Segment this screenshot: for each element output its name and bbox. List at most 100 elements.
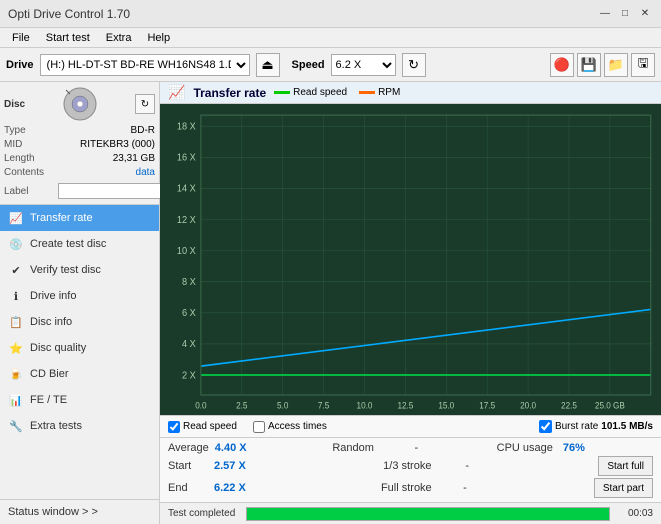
progress-bar-fill	[247, 508, 609, 520]
legend-rpm-color	[359, 91, 375, 94]
status-window-button[interactable]: Status window > >	[0, 499, 159, 524]
chart-area: 18 X 16 X 14 X 12 X 10 X 8 X 6 X 4 X 2 X…	[160, 104, 661, 415]
chart-svg: 18 X 16 X 14 X 12 X 10 X 8 X 6 X 4 X 2 X…	[160, 104, 661, 415]
svg-text:8 X: 8 X	[182, 277, 196, 288]
menu-file[interactable]: File	[4, 28, 38, 48]
disc-contents-value: data	[136, 166, 155, 180]
nav-extra-tests[interactable]: 🔧 Extra tests	[0, 413, 159, 439]
nav-verify-test-disc[interactable]: ✔ Verify test disc	[0, 257, 159, 283]
svg-text:0.0: 0.0	[195, 400, 207, 410]
svg-text:5.0: 5.0	[277, 400, 289, 410]
disc-contents-row: Contents data	[4, 166, 155, 180]
end-section: End 6.22 X	[168, 482, 373, 494]
menu-start-test[interactable]: Start test	[38, 28, 98, 48]
toolbar-icon-2[interactable]: 💾	[577, 53, 601, 77]
nav-cd-bier[interactable]: 🍺 CD Bier	[0, 361, 159, 387]
read-speed-checkbox[interactable]	[168, 421, 180, 433]
svg-text:4 X: 4 X	[182, 339, 196, 350]
legend-rpm-label: RPM	[378, 87, 400, 98]
nav-create-test-disc[interactable]: 💿 Create test disc	[0, 231, 159, 257]
disc-contents-label: Contents	[4, 166, 54, 180]
toolbar-icon-4[interactable]: 🖫	[631, 53, 655, 77]
create-test-disc-icon: 💿	[8, 236, 24, 252]
nav-transfer-rate-label: Transfer rate	[30, 212, 93, 224]
svg-text:12.5: 12.5	[397, 400, 413, 410]
close-button[interactable]: ✕	[637, 6, 653, 22]
nav-cd-bier-label: CD Bier	[30, 368, 69, 380]
svg-text:20.0: 20.0	[520, 400, 536, 410]
disc-length-label: Length	[4, 152, 54, 166]
access-times-checkbox-label: Access times	[268, 421, 327, 432]
nav-fe-te[interactable]: 📊 FE / TE	[0, 387, 159, 413]
nav-verify-test-disc-label: Verify test disc	[30, 264, 101, 276]
legend-read-label: Read speed	[293, 87, 347, 98]
minimize-button[interactable]: —	[597, 6, 613, 22]
svg-text:7.5: 7.5	[318, 400, 330, 410]
chart-legend: Read speed RPM	[274, 87, 400, 98]
cpu-value: 76%	[563, 442, 585, 454]
menu-extra[interactable]: Extra	[98, 28, 140, 48]
nav-disc-info[interactable]: 📋 Disc info	[0, 309, 159, 335]
disc-info-icon: 📋	[8, 314, 24, 330]
nav-transfer-rate[interactable]: 📈 Transfer rate	[0, 205, 159, 231]
drive-select[interactable]: (H:) HL-DT-ST BD-RE WH16NS48 1.D3	[40, 54, 250, 76]
eject-button[interactable]: ⏏	[256, 53, 280, 77]
progress-area: Test completed 00:03	[160, 502, 661, 524]
svg-text:17.5: 17.5	[479, 400, 495, 410]
app-title: Opti Drive Control 1.70	[8, 7, 130, 21]
svg-text:2 X: 2 X	[182, 370, 196, 381]
disc-icon	[62, 86, 98, 122]
cd-bier-icon: 🍺	[8, 366, 24, 382]
stroke-1-3-value: -	[459, 460, 475, 472]
start-value: 2.57 X	[214, 460, 254, 472]
nav-extra-tests-label: Extra tests	[30, 420, 82, 432]
nav-disc-quality[interactable]: ⭐ Disc quality	[0, 335, 159, 361]
burst-rate-checkbox[interactable]	[539, 420, 552, 433]
stroke-1-3-section: 1/3 stroke -	[383, 460, 590, 472]
start-part-button[interactable]: Start part	[594, 478, 653, 498]
nav-drive-info[interactable]: ℹ Drive info	[0, 283, 159, 309]
right-content: 📈 Transfer rate Read speed RPM	[160, 82, 661, 524]
speed-select[interactable]: 6.2 X Max 4 X 2 X	[331, 54, 396, 76]
disc-mid-row: MID RITEKBR3 (000)	[4, 138, 155, 152]
chart-icon: 📈	[168, 84, 185, 101]
access-times-checkbox[interactable]	[253, 421, 265, 433]
drive-info-icon: ℹ	[8, 288, 24, 304]
nav-items: 📈 Transfer rate 💿 Create test disc ✔ Ver…	[0, 205, 159, 499]
average-label: Average	[168, 442, 209, 454]
start-section: Start 2.57 X	[168, 460, 375, 472]
read-speed-checkbox-label: Read speed	[183, 421, 237, 432]
svg-text:6 X: 6 X	[182, 308, 196, 319]
disc-type-label: Type	[4, 124, 54, 138]
start-full-button[interactable]: Start full	[598, 456, 653, 476]
fe-te-icon: 📊	[8, 392, 24, 408]
svg-text:25.0 GB: 25.0 GB	[595, 400, 625, 410]
svg-text:14 X: 14 X	[177, 183, 196, 194]
disc-mid-value: RITEKBR3 (000)	[80, 138, 155, 152]
disc-header: Disc ↻	[4, 86, 155, 122]
refresh-button[interactable]: ↻	[402, 53, 426, 77]
chart-header: 📈 Transfer rate Read speed RPM	[160, 82, 661, 104]
disc-refresh-button[interactable]: ↻	[135, 94, 155, 114]
toolbar-icon-1[interactable]: 🔴	[550, 53, 574, 77]
stats-row-3: End 6.22 X Full stroke - Start part	[168, 478, 653, 498]
random-section: Random -	[332, 442, 488, 454]
svg-text:16 X: 16 X	[177, 152, 196, 163]
disc-length-row: Length 23,31 GB	[4, 152, 155, 166]
toolbar-right-icons: 🔴 💾 📁 🖫	[550, 53, 655, 77]
stats-area: Average 4.40 X Random - CPU usage 76% St…	[160, 437, 661, 502]
average-section: Average 4.40 X	[168, 442, 324, 454]
read-speed-checkbox-item: Read speed	[168, 421, 237, 433]
svg-text:18 X: 18 X	[177, 121, 196, 132]
toolbar-icon-3[interactable]: 📁	[604, 53, 628, 77]
svg-text:15.0: 15.0	[438, 400, 454, 410]
restore-button[interactable]: □	[617, 6, 633, 22]
disc-label-row: Label 🔍	[4, 182, 155, 200]
title-bar: Opti Drive Control 1.70 — □ ✕	[0, 0, 661, 28]
menu-help[interactable]: Help	[139, 28, 178, 48]
full-stroke-section: Full stroke -	[381, 482, 586, 494]
svg-text:10 X: 10 X	[177, 246, 196, 257]
disc-quality-icon: ⭐	[8, 340, 24, 356]
chart-title: Transfer rate	[193, 86, 266, 100]
progress-time: 00:03	[618, 508, 653, 519]
